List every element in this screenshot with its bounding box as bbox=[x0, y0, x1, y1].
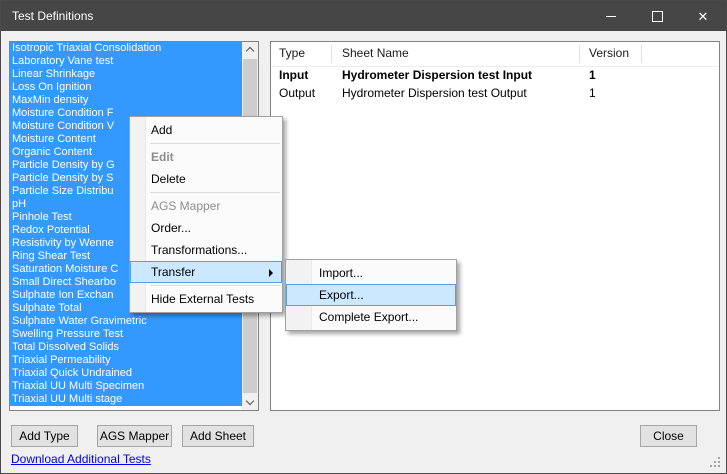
minimize-button[interactable] bbox=[588, 1, 634, 31]
ags-mapper-button[interactable]: AGS Mapper bbox=[97, 425, 172, 447]
cell-sheet-name: Hydrometer Dispersion test Input bbox=[342, 68, 533, 82]
menu-item-label: Add bbox=[151, 123, 173, 137]
column-separator bbox=[641, 45, 642, 63]
add-sheet-button[interactable]: Add Sheet bbox=[182, 425, 254, 447]
menu-item-label: Order... bbox=[151, 221, 192, 235]
list-item[interactable]: Linear Shrinkage bbox=[10, 68, 242, 81]
submenu-item[interactable]: Export... bbox=[286, 284, 456, 306]
submenu-item[interactable]: Complete Export... bbox=[286, 306, 456, 328]
column-header-sheet-name[interactable]: Sheet Name bbox=[342, 46, 409, 60]
submenu-item-label: Export... bbox=[319, 288, 364, 302]
submenu-item-label: Complete Export... bbox=[319, 310, 419, 324]
transfer-submenu: Import... Export... Complete Export... bbox=[285, 259, 457, 331]
submenu-item-label: Import... bbox=[319, 266, 364, 280]
sheet-table: Type Sheet Name Version Input Hydrometer… bbox=[270, 41, 720, 411]
cell-version: 1 bbox=[589, 68, 596, 82]
cell-type: Input bbox=[279, 68, 309, 82]
resize-grip-icon[interactable] bbox=[718, 465, 720, 467]
window-title: Test Definitions bbox=[12, 9, 94, 23]
list-item[interactable]: Triaxial Permeability bbox=[10, 354, 242, 367]
list-item[interactable]: Triaxial UU Multi Specimen bbox=[10, 380, 242, 393]
list-item[interactable]: Total Dissolved Solids bbox=[10, 341, 242, 354]
menu-item[interactable]: Transformations... bbox=[130, 239, 282, 261]
maximize-icon bbox=[651, 10, 663, 22]
list-item[interactable]: Triaxial UU Multi stage bbox=[10, 393, 242, 406]
column-separator bbox=[579, 45, 580, 63]
list-item[interactable]: Triaxial Quick Undrained bbox=[10, 367, 242, 380]
maximize-button[interactable] bbox=[634, 1, 680, 31]
column-header-type[interactable]: Type bbox=[279, 46, 305, 60]
menu-item[interactable]: Delete bbox=[130, 168, 282, 190]
close-icon: ✕ bbox=[697, 8, 709, 24]
submenu-item[interactable]: Import... bbox=[286, 262, 456, 284]
menu-item-label: Edit bbox=[151, 150, 174, 164]
submenu-arrow-icon bbox=[269, 269, 273, 277]
menu-item-label: Transfer bbox=[151, 265, 196, 279]
list-item[interactable]: Isotropic Triaxial Consolidation bbox=[10, 42, 242, 55]
list-item[interactable]: Sulphate Water Gravimetric bbox=[10, 315, 242, 328]
menu-item-label: Hide External Tests bbox=[151, 292, 255, 306]
test-definitions-dialog: Test Definitions ✕ Isotropic Triaxial Co… bbox=[0, 0, 727, 474]
close-button[interactable]: Close bbox=[640, 425, 697, 447]
download-additional-tests-link[interactable]: Download Additional Tests bbox=[11, 452, 151, 466]
list-item[interactable]: Laboratory Vane test bbox=[10, 55, 242, 68]
list-item[interactable]: Swelling Pressure Test bbox=[10, 328, 242, 341]
minimize-icon bbox=[606, 15, 616, 17]
cell-sheet-name: Hydrometer Dispersion test Output bbox=[342, 86, 527, 100]
sheet-table-header: Type Sheet Name Version bbox=[271, 42, 719, 67]
menu-item-label: Transformations... bbox=[151, 243, 248, 257]
cell-type: Output bbox=[279, 86, 316, 100]
menu-item[interactable]: AGS Mapper bbox=[130, 195, 282, 217]
table-row[interactable]: Output Hydrometer Dispersion test Output… bbox=[271, 84, 719, 102]
menu-item[interactable]: Transfer bbox=[130, 261, 282, 283]
scrollbar-up-button[interactable] bbox=[242, 42, 258, 58]
scrollbar-up-icon bbox=[245, 46, 255, 56]
column-separator bbox=[331, 45, 332, 63]
titlebar[interactable]: Test Definitions ✕ bbox=[1, 1, 726, 31]
menu-item[interactable]: Hide External Tests bbox=[130, 288, 282, 310]
list-item[interactable]: MaxMin density bbox=[10, 94, 242, 107]
context-menu: Add Edit Delete AGS Mapper Order... Tran… bbox=[129, 116, 283, 313]
cell-version: 1 bbox=[589, 86, 596, 100]
table-row[interactable]: Input Hydrometer Dispersion test Input 1 bbox=[271, 66, 719, 84]
menu-item-label: AGS Mapper bbox=[151, 199, 221, 213]
menu-item-label: Delete bbox=[151, 172, 186, 186]
list-item[interactable]: Loss On Ignition bbox=[10, 81, 242, 94]
menu-item[interactable]: Edit bbox=[130, 146, 282, 168]
window-controls: ✕ bbox=[588, 1, 726, 31]
menu-item[interactable]: Order... bbox=[130, 217, 282, 239]
scrollbar-down-button[interactable] bbox=[242, 394, 258, 410]
menu-item[interactable]: Add bbox=[130, 119, 282, 141]
column-header-version[interactable]: Version bbox=[589, 46, 629, 60]
scrollbar-down-icon bbox=[245, 396, 255, 406]
add-type-button[interactable]: Add Type bbox=[11, 425, 78, 447]
close-window-button[interactable]: ✕ bbox=[680, 1, 726, 31]
